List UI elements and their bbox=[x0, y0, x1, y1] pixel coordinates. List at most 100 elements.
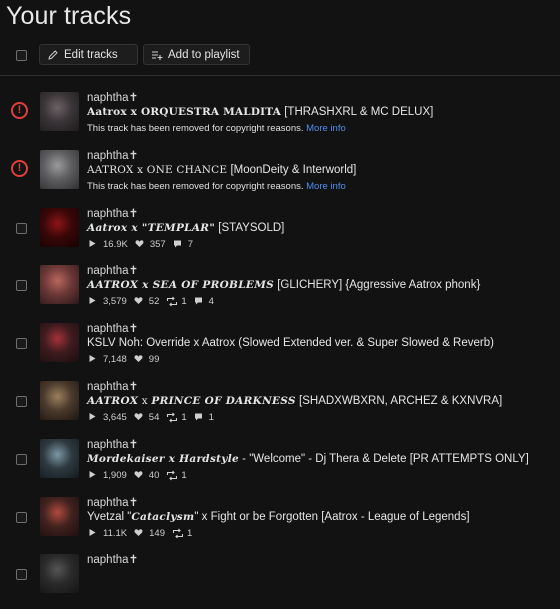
toolbar: Edit tracks Add to playlist bbox=[0, 44, 560, 68]
add-to-playlist-label: Add to playlist bbox=[168, 49, 240, 61]
track-artwork[interactable] bbox=[40, 207, 79, 247]
track-artist[interactable]: naphtha✝ bbox=[87, 379, 138, 393]
track-artwork[interactable] bbox=[40, 323, 79, 363]
play-count: 16.9K bbox=[103, 238, 128, 250]
track-checkbox[interactable] bbox=[16, 280, 27, 292]
comment-icon bbox=[173, 240, 181, 248]
select-all-checkbox[interactable] bbox=[16, 50, 27, 61]
heart-count: 40 bbox=[148, 469, 160, 481]
repost-count: 1 bbox=[186, 527, 193, 539]
comment-stat: 4 bbox=[194, 296, 214, 307]
heart-stat: 99 bbox=[134, 354, 159, 365]
page-title: Your tracks bbox=[6, 2, 132, 30]
play-icon bbox=[89, 528, 96, 536]
heart-count: 357 bbox=[149, 238, 166, 250]
track-title-part: AATROX x SEA OF PROBLEMS bbox=[87, 279, 275, 292]
track-title[interactable]: KSLV Noh: Override x Aatrox (Slowed Exte… bbox=[87, 337, 494, 349]
heart-stat: 52 bbox=[134, 296, 160, 308]
track-checkbox[interactable] bbox=[16, 222, 27, 234]
heart-icon bbox=[134, 528, 143, 536]
more-info-link[interactable]: More info bbox=[306, 123, 346, 134]
track-title[interactable]: Aatrox x ORQUESTRA MALDITA [THRASHXRL & … bbox=[87, 106, 433, 118]
track-artist[interactable]: naphtha✝ bbox=[87, 206, 138, 220]
repost-stat: 1 bbox=[172, 528, 192, 539]
track-title[interactable]: AATROX x ONE CHANCE [MoonDeity & Interwo… bbox=[87, 164, 356, 176]
play-count: 11.1K bbox=[103, 527, 128, 539]
track-artwork[interactable] bbox=[40, 438, 79, 478]
track-checkbox[interactable] bbox=[16, 453, 27, 465]
play-icon bbox=[89, 470, 96, 478]
comment-icon bbox=[194, 413, 202, 421]
track-artwork[interactable] bbox=[40, 496, 79, 536]
track-row: naphtha✝ KSLV Noh: Override x Aatrox (Slo… bbox=[0, 320, 560, 378]
track-row: ! naphtha✝ AATROX x ONE CHANCE [MoonDeity … bbox=[0, 147, 560, 205]
comment-count: 4 bbox=[208, 296, 214, 308]
track-artist[interactable]: naphtha✝ bbox=[87, 437, 138, 451]
track-artwork[interactable] bbox=[40, 265, 79, 305]
heart-stat: 40 bbox=[134, 469, 160, 481]
repost-count: 1 bbox=[181, 296, 187, 308]
track-title-part: Aatrox x "TEMPLAR" bbox=[87, 221, 216, 234]
more-info-link[interactable]: More info bbox=[306, 181, 346, 192]
add-to-playlist-button[interactable]: Add to playlist bbox=[143, 44, 250, 65]
comment-count: 1 bbox=[208, 412, 214, 423]
track-stats: 1,909 40 1 bbox=[88, 470, 194, 481]
track-checkbox[interactable] bbox=[16, 569, 27, 581]
track-title[interactable]: Yvetzal "Cataclysm" x Fight or be Forgot… bbox=[87, 511, 470, 523]
track-artwork[interactable] bbox=[40, 381, 79, 420]
track-title-part: Mordekaiser x Hardstyle bbox=[87, 452, 239, 465]
track-title-part: [GLICHERY] {Aggressive Aatrox phonk} bbox=[274, 279, 481, 292]
repost-count: 1 bbox=[181, 412, 187, 423]
heart-count: 149 bbox=[149, 527, 165, 539]
track-artwork[interactable] bbox=[40, 149, 79, 189]
heart-icon bbox=[134, 413, 143, 420]
track-checkbox[interactable] bbox=[16, 511, 27, 523]
repost-icon bbox=[172, 528, 183, 538]
play-icon bbox=[89, 413, 96, 420]
track-artist[interactable]: naphtha✝ bbox=[87, 90, 138, 104]
play-count: 3,579 bbox=[103, 296, 127, 308]
play-icon bbox=[89, 355, 96, 363]
track-artwork[interactable] bbox=[40, 554, 79, 594]
play-stat: 11.1K bbox=[88, 528, 127, 539]
comment-icon bbox=[194, 297, 202, 305]
track-title-part: [MoonDeity & Interworld] bbox=[227, 163, 357, 176]
track-artwork[interactable] bbox=[40, 92, 79, 131]
track-stats: 7,148 99 bbox=[88, 354, 166, 365]
track-row: naphtha✝ Yvetzal "Cataclysm" x Fight or b… bbox=[0, 494, 560, 552]
track-checkbox[interactable] bbox=[16, 338, 27, 350]
track-artist[interactable]: naphtha✝ bbox=[87, 263, 138, 277]
heart-count: 52 bbox=[148, 296, 160, 308]
track-title[interactable]: AATROX x SEA OF PROBLEMS [GLICHERY] {Agg… bbox=[87, 279, 480, 291]
add-to-playlist-icon bbox=[152, 51, 163, 60]
track-artist[interactable]: naphtha✝ bbox=[87, 148, 138, 162]
heart-stat: 149 bbox=[134, 528, 165, 539]
track-checkbox[interactable] bbox=[16, 396, 27, 407]
removed-notice: This track has been removed for copyrigh… bbox=[87, 123, 346, 134]
track-title-part: AATROX x ONE CHANCE bbox=[87, 163, 228, 176]
track-row: naphtha✝ Mordekaiser x Hardstyle - "Welco… bbox=[0, 436, 560, 494]
track-title[interactable]: Aatrox x "TEMPLAR" [STAYSOLD] bbox=[87, 222, 284, 234]
track-artist[interactable]: naphtha✝ bbox=[87, 495, 138, 509]
track-row: naphtha✝ AATROX x PRINCE OF DARKNESS [SHA… bbox=[0, 378, 560, 436]
comment-stat: 7 bbox=[173, 239, 193, 250]
warning-icon: ! bbox=[11, 159, 28, 177]
edit-tracks-button[interactable]: Edit tracks bbox=[39, 44, 138, 65]
track-title-part: Aatrox x ORQUESTRA MALDITA bbox=[87, 106, 282, 118]
track-row: ! naphtha✝ Aatrox x ORQUESTRA MALDITA [THR… bbox=[0, 89, 560, 147]
track-artist[interactable]: naphtha✝ bbox=[87, 321, 138, 335]
pencil-icon bbox=[48, 50, 58, 60]
track-stats: 3,579 52 1 4 bbox=[88, 296, 221, 307]
track-artist[interactable]: naphtha✝ bbox=[87, 552, 138, 566]
play-stat: 3,645 bbox=[88, 412, 127, 423]
heart-icon bbox=[135, 239, 144, 247]
track-title[interactable]: AATROX x PRINCE OF DARKNESS [SHADXWBXRN,… bbox=[87, 395, 502, 407]
removed-notice-text: This track has been removed for copyrigh… bbox=[87, 123, 307, 134]
heart-icon bbox=[134, 297, 143, 305]
heart-stat: 54 bbox=[134, 412, 159, 423]
track-title[interactable]: Mordekaiser x Hardstyle - "Welcome" - Dj… bbox=[87, 453, 529, 465]
track-title-part: [STAYSOLD] bbox=[215, 221, 285, 234]
repost-icon bbox=[167, 470, 178, 481]
track-stats: 16.9K 357 7 bbox=[88, 239, 200, 250]
removed-notice: This track has been removed for copyrigh… bbox=[87, 181, 346, 192]
